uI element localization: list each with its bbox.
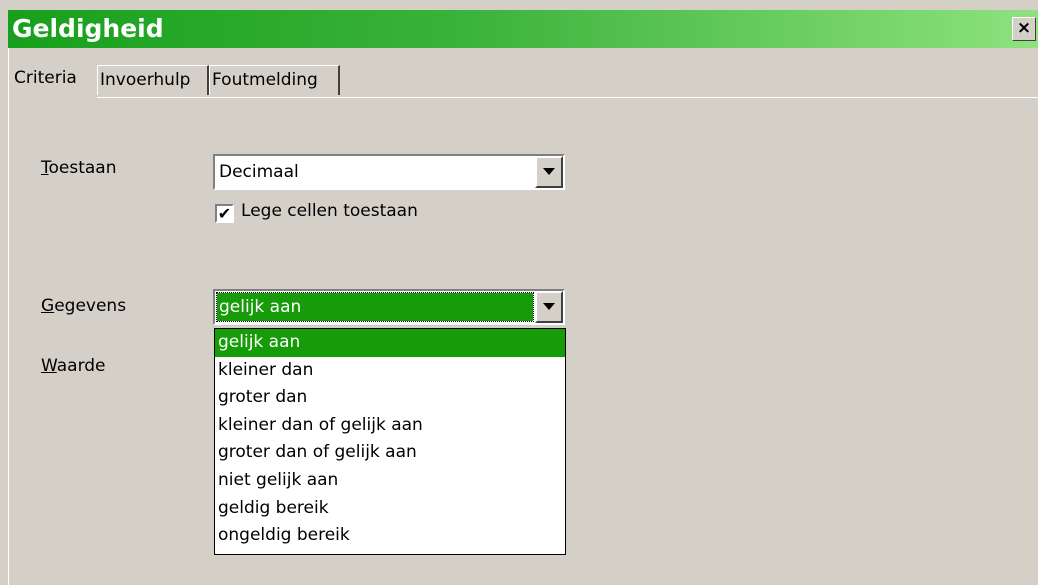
close-icon: × — [1016, 18, 1032, 38]
gegevens-dropdown-button[interactable] — [535, 291, 563, 323]
tab-foutmelding-label: Foutmelding — [212, 70, 318, 90]
gegevens-dropdown-list[interactable]: gelijk aan kleiner dan groter dan kleine… — [214, 328, 566, 555]
check-icon: ✔ — [217, 204, 232, 223]
title-bar[interactable]: Geldigheid × — [8, 10, 1038, 48]
toestaan-value: Decimaal — [219, 162, 299, 182]
toestaan-label: Toestaan — [41, 158, 117, 178]
gegevens-label: Gegevens — [41, 296, 127, 316]
toestaan-dropdown-button[interactable] — [535, 156, 563, 188]
dropdown-option-groter-dan-of-gelijk-aan[interactable]: groter dan of gelijk aan — [215, 439, 565, 467]
dropdown-option-groter-dan[interactable]: groter dan — [215, 384, 565, 412]
tab-foutmelding[interactable]: Foutmelding — [209, 65, 340, 95]
waarde-label: Waarde — [41, 356, 106, 376]
dialog-title: Geldigheid — [12, 14, 164, 43]
toestaan-select[interactable]: Decimaal — [213, 154, 565, 190]
tab-criteria-label: Criteria — [14, 68, 77, 88]
chevron-down-icon — [543, 303, 555, 310]
tab-panel-border — [97, 97, 1038, 98]
chevron-down-icon — [543, 168, 555, 175]
gegevens-value: gelijk aan — [216, 292, 534, 322]
dropdown-option-geldig-bereik[interactable]: geldig bereik — [215, 495, 565, 523]
dropdown-option-ongeldig-bereik[interactable]: ongeldig bereik — [215, 522, 565, 550]
tab-criteria[interactable]: Criteria — [12, 63, 97, 97]
lege-cellen-label: Lege cellen toestaan — [241, 201, 418, 221]
close-button[interactable]: × — [1012, 17, 1036, 41]
dropdown-option-kleiner-dan-of-gelijk-aan[interactable]: kleiner dan of gelijk aan — [215, 412, 565, 440]
dialog-frame-left — [8, 48, 13, 585]
dropdown-option-gelijk-aan[interactable]: gelijk aan — [215, 329, 565, 357]
gegevens-select[interactable]: gelijk aan — [213, 289, 565, 325]
tab-invoerhulp-label: Invoerhulp — [100, 70, 191, 90]
lege-cellen-checkbox[interactable]: ✔ — [215, 204, 234, 223]
dropdown-option-kleiner-dan[interactable]: kleiner dan — [215, 357, 565, 385]
tab-invoerhulp[interactable]: Invoerhulp — [97, 65, 209, 95]
dropdown-option-niet-gelijk-aan[interactable]: niet gelijk aan — [215, 467, 565, 495]
